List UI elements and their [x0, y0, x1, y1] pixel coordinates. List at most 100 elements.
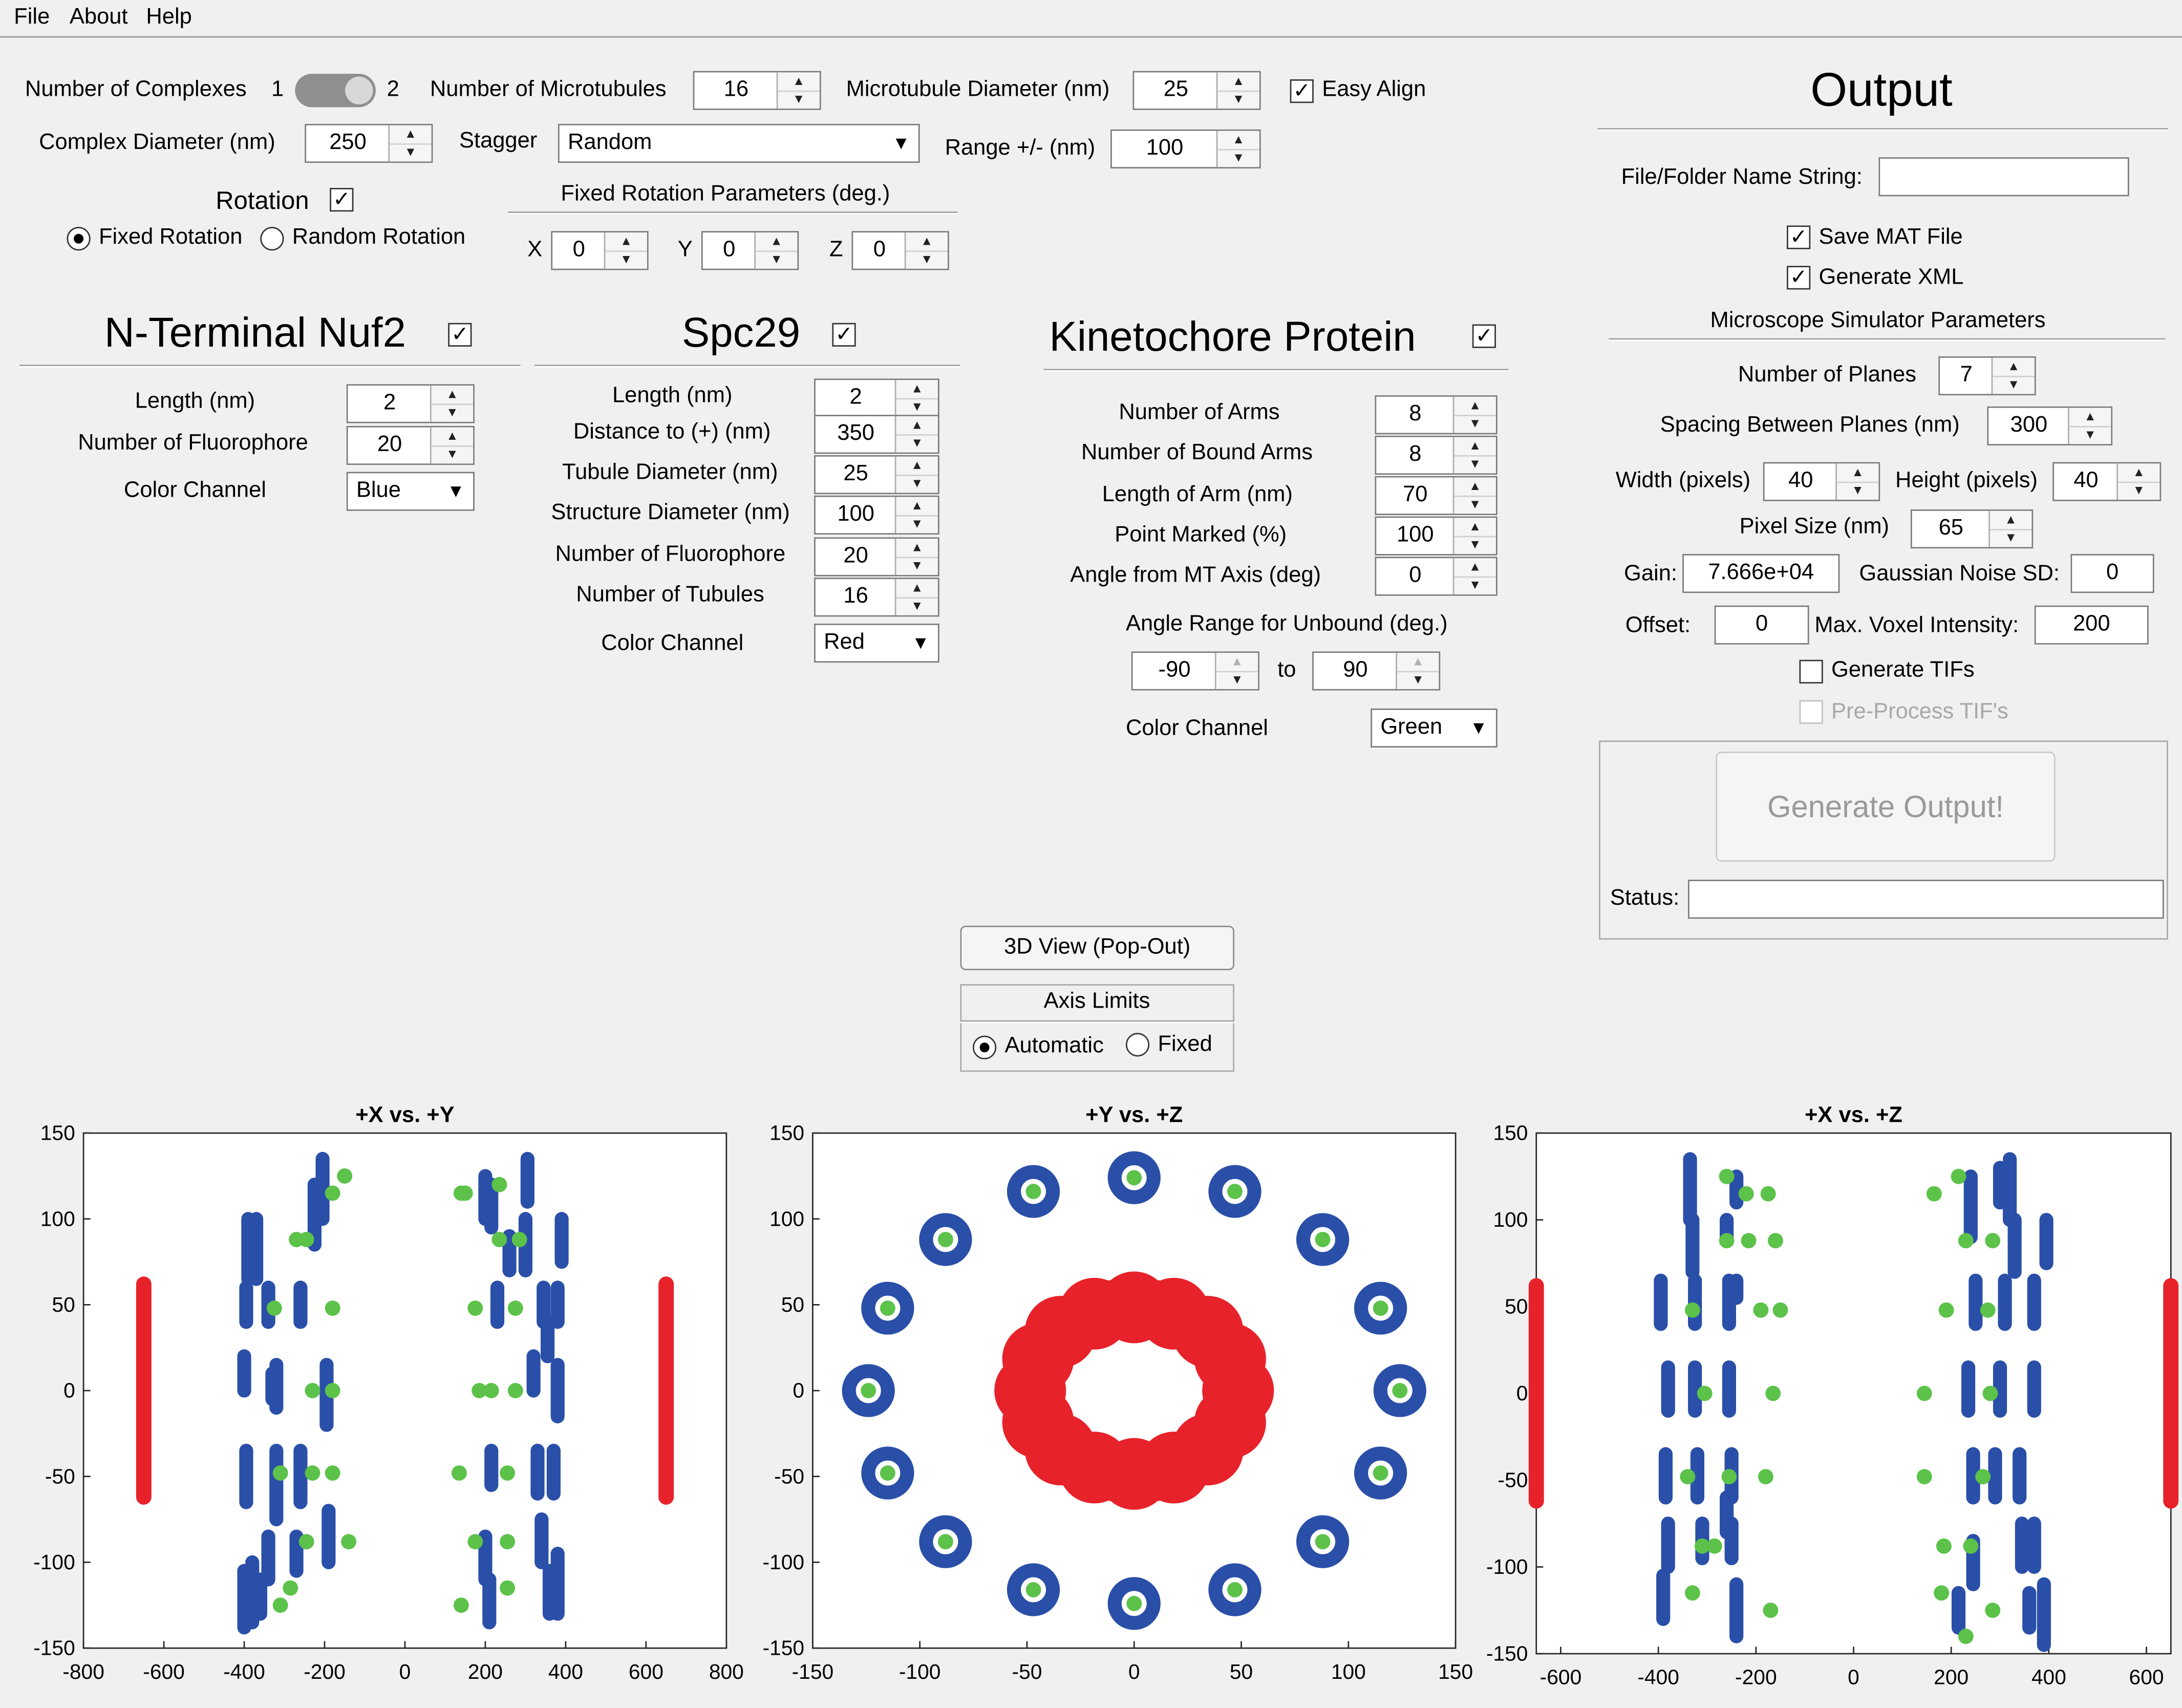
pixel-value[interactable]: 65	[1912, 511, 1990, 547]
spin-up-icon[interactable]: ▲	[755, 232, 798, 252]
nuf2-length-spinner[interactable]: 2 ▲ ▼	[346, 384, 475, 423]
spin-up-icon[interactable]: ▲	[2117, 463, 2160, 483]
spin-down-icon[interactable]: ▼	[896, 515, 938, 533]
spacing-value[interactable]: 300	[1988, 408, 2069, 444]
spin-down-icon[interactable]: ▼	[432, 445, 474, 463]
spin-down-icon[interactable]: ▼	[896, 557, 938, 575]
spin-down-icon[interactable]: ▼	[1454, 496, 1496, 514]
menu-about[interactable]: About	[70, 6, 128, 31]
kt-marked-value[interactable]: 100	[1376, 518, 1454, 554]
spacing-spinner[interactable]: 300 ▲ ▼	[1987, 406, 2113, 446]
nuf2-checkbox[interactable]: ✓	[448, 323, 472, 347]
spin-down-icon[interactable]: ▼	[1454, 536, 1496, 554]
pixel-spinner[interactable]: 65 ▲ ▼	[1910, 509, 2034, 549]
spin-down-icon[interactable]: ▼	[1397, 671, 1439, 689]
spin-down-icon[interactable]: ▼	[896, 434, 938, 452]
spin-up-icon[interactable]: ▲	[1454, 558, 1496, 578]
easy-align-checkbox[interactable]: ✓	[1290, 79, 1314, 103]
spin-down-icon[interactable]: ▼	[605, 250, 647, 268]
fixed-rotation-radio[interactable]	[67, 227, 91, 251]
rot-x-value[interactable]: 0	[552, 232, 605, 269]
menu-help[interactable]: Help	[146, 6, 191, 31]
spc29-distance-spinner[interactable]: 350 ▲ ▼	[814, 415, 939, 454]
spc29-tubule-value[interactable]: 25	[816, 457, 896, 493]
spin-down-icon[interactable]: ▼	[896, 475, 938, 493]
width-spinner[interactable]: 40 ▲ ▼	[1763, 462, 1880, 501]
spin-up-icon[interactable]: ▲	[1454, 397, 1496, 416]
spin-down-icon[interactable]: ▼	[906, 250, 948, 268]
spin-down-icon[interactable]: ▼	[2069, 426, 2111, 444]
planes-spinner[interactable]: 7 ▲ ▼	[1938, 356, 2036, 396]
spin-down-icon[interactable]: ▼	[432, 403, 474, 421]
nuf2-fluor-value[interactable]: 20	[348, 428, 432, 464]
offset-input[interactable]: 0	[1714, 605, 1809, 645]
spin-down-icon[interactable]: ▼	[1993, 376, 2035, 394]
spin-down-icon[interactable]: ▼	[1837, 482, 1879, 500]
spc29-length-spinner[interactable]: 2 ▲ ▼	[814, 378, 939, 418]
width-value[interactable]: 40	[1765, 463, 1837, 500]
nuf2-color-dropdown[interactable]: Blue ▼	[346, 472, 475, 511]
spin-up-icon[interactable]: ▲	[1217, 131, 1259, 151]
voxel-input[interactable]: 200	[2034, 605, 2149, 645]
range-value[interactable]: 100	[1112, 131, 1218, 167]
stagger-dropdown[interactable]: Random ▼	[558, 123, 920, 163]
nuf2-length-value[interactable]: 2	[348, 386, 432, 422]
num-microtubules-value[interactable]: 16	[694, 72, 778, 109]
spin-down-icon[interactable]: ▼	[1216, 671, 1258, 689]
fixed-radio[interactable]	[1125, 1033, 1150, 1057]
spin-up-icon[interactable]: ▲	[2069, 408, 2111, 428]
rotation-checkbox[interactable]: ✓	[330, 188, 354, 212]
mt-diameter-spinner[interactable]: 25 ▲ ▼	[1132, 71, 1261, 110]
kt-arms-spinner[interactable]: 8 ▲ ▼	[1375, 395, 1498, 435]
kt-bound-value[interactable]: 8	[1376, 437, 1454, 474]
name-input[interactable]	[1878, 157, 2129, 197]
spin-down-icon[interactable]: ▼	[756, 250, 798, 268]
spc29-tubules-value[interactable]: 16	[816, 579, 896, 615]
rot-z-spinner[interactable]: 0 ▲ ▼	[851, 231, 949, 270]
kt-color-dropdown[interactable]: Green ▼	[1371, 708, 1498, 748]
random-rotation-radio[interactable]	[260, 227, 284, 251]
complex-diameter-spinner[interactable]: 250 ▲ ▼	[305, 123, 433, 163]
rot-y-value[interactable]: 0	[703, 232, 756, 269]
spc29-fluor-spinner[interactable]: 20 ▲ ▼	[814, 537, 939, 577]
num-microtubules-spinner[interactable]: 16 ▲ ▼	[693, 71, 821, 110]
automatic-radio[interactable]	[972, 1035, 997, 1060]
kt-arm-length-spinner[interactable]: 70 ▲ ▼	[1375, 476, 1498, 515]
num-complexes-toggle[interactable]	[295, 74, 376, 108]
spin-down-icon[interactable]: ▼	[390, 143, 432, 161]
kt-range-to-spinner[interactable]: 90 ▲ ▼	[1312, 651, 1441, 691]
spin-up-icon[interactable]: ▲	[896, 579, 938, 599]
spc29-checkbox[interactable]: ✓	[832, 323, 856, 347]
spin-up-icon[interactable]: ▲	[605, 232, 647, 252]
spin-down-icon[interactable]: ▼	[1454, 577, 1496, 594]
spin-up-icon[interactable]: ▲	[896, 457, 938, 476]
spin-up-icon[interactable]: ▲	[431, 386, 474, 405]
spin-up-icon[interactable]: ▲	[1397, 653, 1439, 673]
kt-arm-length-value[interactable]: 70	[1376, 478, 1454, 514]
spin-up-icon[interactable]: ▲	[896, 539, 938, 559]
range-spinner[interactable]: 100 ▲ ▼	[1110, 129, 1261, 168]
spin-down-icon[interactable]: ▼	[1217, 149, 1259, 167]
spin-down-icon[interactable]: ▼	[2118, 482, 2160, 500]
spc29-tubules-spinner[interactable]: 16 ▲ ▼	[814, 578, 939, 617]
spin-up-icon[interactable]: ▲	[896, 416, 938, 436]
spin-up-icon[interactable]: ▲	[1216, 653, 1258, 673]
kt-angle-spinner[interactable]: 0 ▲ ▼	[1375, 557, 1498, 596]
planes-value[interactable]: 7	[1940, 358, 1993, 394]
spin-down-icon[interactable]: ▼	[1454, 455, 1496, 473]
kinetochore-checkbox[interactable]: ✓	[1472, 324, 1496, 348]
spin-up-icon[interactable]: ▲	[1454, 478, 1496, 497]
height-value[interactable]: 40	[2054, 463, 2118, 500]
gen-xml-checkbox[interactable]: ✓	[1787, 266, 1811, 290]
spin-down-icon[interactable]: ▼	[778, 91, 820, 109]
rot-y-spinner[interactable]: 0 ▲ ▼	[701, 231, 799, 270]
spin-down-icon[interactable]: ▼	[896, 398, 938, 416]
kt-marked-spinner[interactable]: 100 ▲ ▼	[1375, 516, 1498, 556]
spin-up-icon[interactable]: ▲	[431, 428, 474, 447]
mt-diameter-value[interactable]: 25	[1134, 72, 1217, 109]
spc29-distance-value[interactable]: 350	[816, 416, 896, 453]
spc29-structure-value[interactable]: 100	[816, 497, 896, 533]
spin-up-icon[interactable]: ▲	[1454, 437, 1496, 457]
spin-down-icon[interactable]: ▼	[1217, 91, 1259, 109]
spc29-length-value[interactable]: 2	[816, 380, 896, 416]
